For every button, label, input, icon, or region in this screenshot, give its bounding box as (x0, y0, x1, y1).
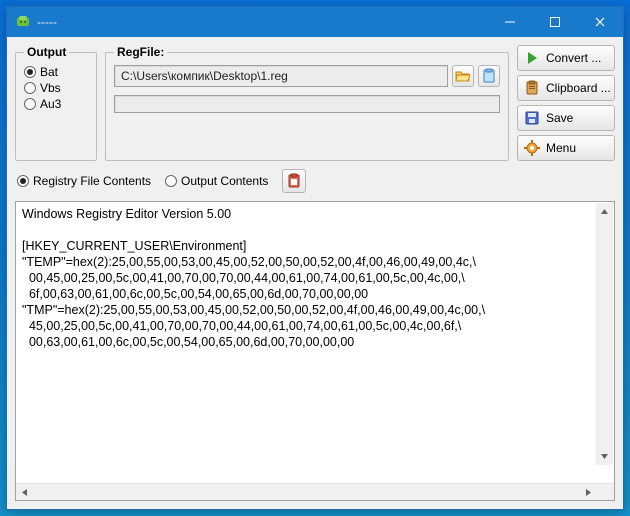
button-label: Convert ... (546, 51, 601, 65)
radio-label: Bat (40, 65, 58, 79)
menu-button[interactable]: Menu (517, 135, 615, 161)
folder-open-icon (455, 68, 471, 84)
view-registry-contents[interactable]: Registry File Contents (17, 174, 151, 188)
copy-contents-button[interactable] (282, 169, 306, 193)
regfile-legend: RegFile: (114, 45, 167, 59)
scroll-left-icon[interactable] (16, 484, 33, 501)
window-title: ----- (37, 15, 487, 29)
minimize-button[interactable] (487, 7, 532, 37)
output-legend: Output (24, 45, 69, 59)
radio-label: Vbs (40, 81, 61, 95)
output-option-au3[interactable]: Au3 (24, 97, 88, 111)
horizontal-scrollbar[interactable] (16, 483, 614, 500)
paste-path-button[interactable] (478, 65, 500, 87)
scroll-up-icon[interactable] (596, 203, 613, 220)
clipboard-icon (286, 173, 302, 189)
floppy-icon (524, 110, 540, 126)
view-selector-row: Registry File Contents Output Contents (15, 167, 615, 195)
play-icon (524, 50, 540, 66)
top-row: Output Bat Vbs Au3 RegFile: (15, 45, 615, 161)
radio-label: Registry File Contents (33, 174, 151, 188)
editor-panel: Windows Registry Editor Version 5.00 [HK… (15, 201, 615, 501)
scroll-track[interactable] (596, 220, 613, 448)
regfile-group: RegFile: C:\Users\компик\Desktop\1.reg (105, 45, 509, 161)
radio-label: Au3 (40, 97, 61, 111)
editor-text[interactable]: Windows Registry Editor Version 5.00 [HK… (16, 202, 597, 354)
regfile-path-text: C:\Users\компик\Desktop\1.reg (121, 69, 288, 83)
gear-icon (524, 140, 540, 156)
button-label: Menu (546, 141, 576, 155)
output-option-vbs[interactable]: Vbs (24, 81, 88, 95)
app-window: ----- Output Bat Vbs (6, 6, 624, 510)
clipboard-icon (481, 68, 497, 84)
output-group: Output Bat Vbs Au3 (15, 45, 97, 161)
button-label: Save (546, 111, 573, 125)
clipboard-button[interactable]: Clipboard ... (517, 75, 615, 101)
progress-bar (114, 95, 500, 113)
radio-icon (165, 175, 177, 187)
radio-label: Output Contents (181, 174, 268, 188)
side-buttons: Convert ... Clipboard ... Save (517, 45, 615, 161)
convert-button[interactable]: Convert ... (517, 45, 615, 71)
close-button[interactable] (577, 7, 623, 37)
titlebar[interactable]: ----- (7, 7, 623, 37)
maximize-button[interactable] (532, 7, 577, 37)
output-option-bat[interactable]: Bat (24, 65, 88, 79)
save-button[interactable]: Save (517, 105, 615, 131)
radio-icon (17, 175, 29, 187)
app-icon (15, 14, 31, 30)
vertical-scrollbar[interactable] (596, 203, 613, 465)
scroll-down-icon[interactable] (596, 448, 613, 465)
browse-button[interactable] (452, 65, 474, 87)
scroll-track[interactable] (33, 484, 580, 500)
regfile-path-field[interactable]: C:\Users\компик\Desktop\1.reg (114, 65, 448, 87)
scroll-corner (597, 484, 614, 500)
radio-icon (24, 98, 36, 110)
content-area: Output Bat Vbs Au3 RegFile: (7, 37, 623, 509)
button-label: Clipboard ... (546, 81, 611, 95)
radio-icon (24, 66, 36, 78)
view-output-contents[interactable]: Output Contents (165, 174, 268, 188)
radio-icon (24, 82, 36, 94)
clipboard-icon (524, 80, 540, 96)
scroll-right-icon[interactable] (580, 484, 597, 501)
